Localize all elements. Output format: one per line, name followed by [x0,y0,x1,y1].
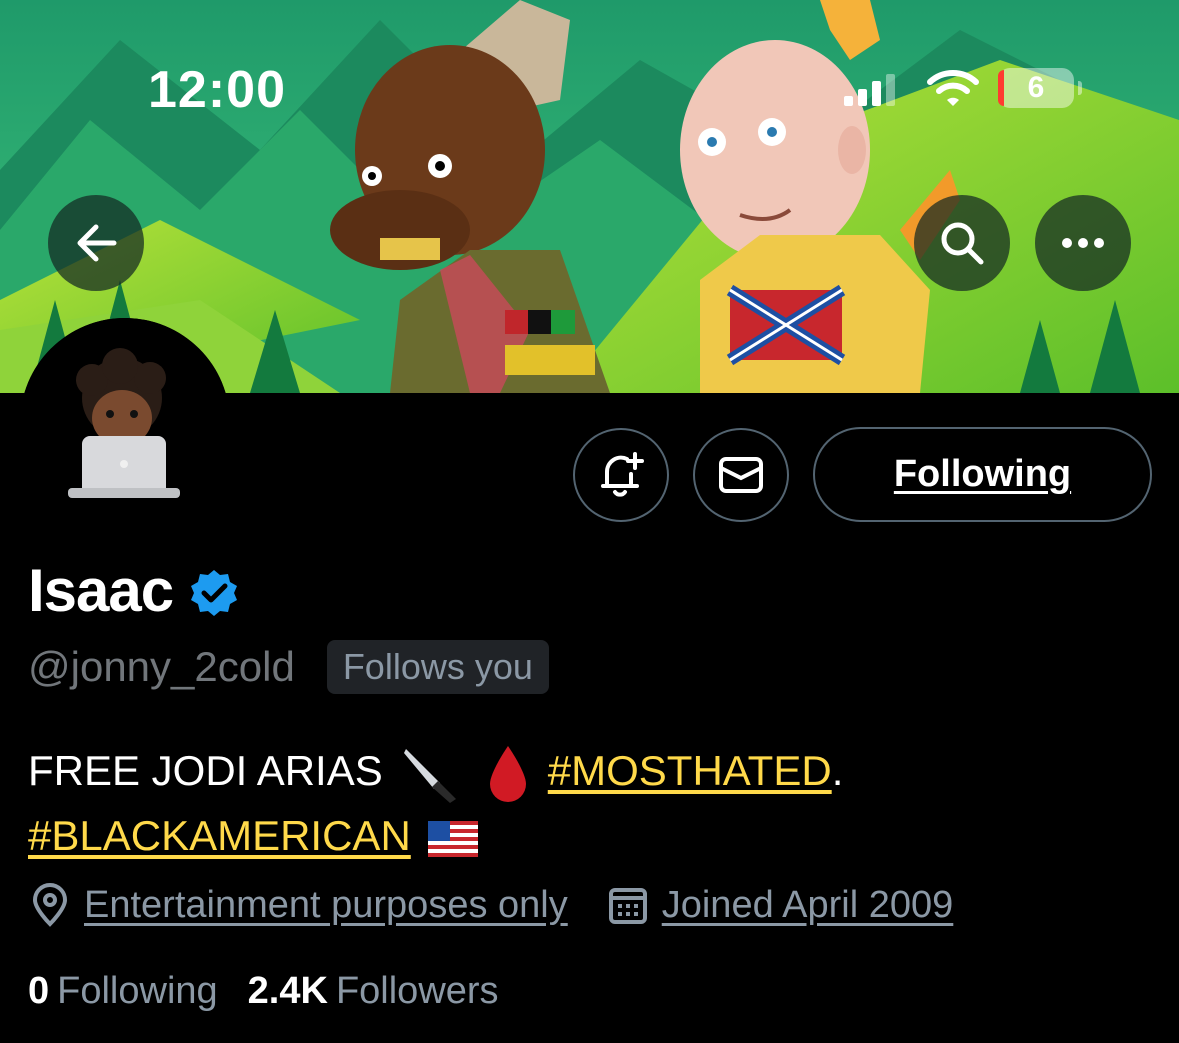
bio-text: FREE JODI ARIAS [28,747,383,794]
following-count-link[interactable]: 0 Following [28,970,218,1013]
more-horizontal-icon [1062,238,1104,248]
knife-emoji-icon [404,748,457,803]
us-flag-emoji-icon [428,820,479,857]
bio-punctuation: . [831,747,844,794]
joined-date[interactable]: Joined April 2009 [662,884,954,927]
followers-label: Followers [335,970,499,1012]
more-options-button[interactable] [1035,195,1131,291]
location-pin-icon [32,883,68,927]
memoji-avatar-image [20,318,230,528]
status-time: 12:00 [148,61,286,119]
profile-screen: 12:00 6 Following Isaac @jonny_2cold Fol… [0,0,1179,1043]
handle-row: @jonny_2cold Follows you [28,640,549,694]
hashtag-link[interactable]: #MOSTHATED [548,747,832,794]
followers-count-link[interactable]: 2.4K Followers [248,970,499,1013]
follows-you-badge: Follows you [326,640,549,694]
avatar[interactable] [20,318,230,528]
username-handle: @jonny_2cold [28,643,295,690]
search-icon [941,222,984,265]
hashtag-link[interactable]: #BLACKAMERICAN [28,812,411,859]
back-button[interactable] [48,195,144,291]
profile-meta: Entertainment purposes only Joined April… [30,883,953,927]
followers-count: 2.4K [247,970,328,1012]
arrow-left-icon [77,224,117,262]
name-row: Isaac [28,556,239,625]
bell-plus-icon [601,452,644,497]
joined-item: Joined April 2009 [608,884,954,927]
status-icons: 6 [844,66,1084,110]
cellular-signal-icon [844,72,904,106]
verified-badge-icon[interactable] [189,568,239,618]
following-button[interactable]: Following [813,427,1152,522]
search-button[interactable] [914,195,1010,291]
calendar-icon [608,888,647,924]
following-count: 0 [28,970,50,1012]
blood-drop-emoji-icon [490,745,527,802]
battery-indicator: 6 [998,68,1082,108]
location-link[interactable]: Entertainment purposes only [84,884,568,927]
follow-stats: 0 Following 2.4K Followers [28,970,499,1013]
profile-bio: FREE JODI ARIAS #MOSTHATED. #BLACKAMERIC… [28,740,1148,867]
notifications-button[interactable] [573,428,669,522]
location-item: Entertainment purposes only [30,883,568,927]
message-button[interactable] [693,428,789,522]
following-label: Following [57,970,218,1012]
wifi-icon [927,70,979,106]
display-name: Isaac [28,557,174,624]
envelope-icon [719,457,763,493]
